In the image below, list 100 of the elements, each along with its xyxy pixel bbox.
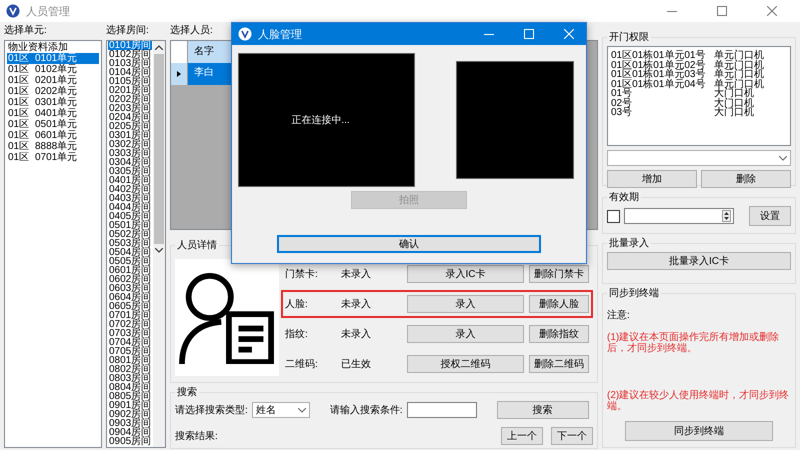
enroll-button[interactable]: 录入IC卡 <box>407 265 524 283</box>
room-item[interactable]: 0703房间 <box>108 329 152 338</box>
room-item[interactable]: 0602房间 <box>108 275 152 284</box>
enroll-button[interactable]: 录入 <box>407 295 524 313</box>
room-item[interactable]: 0804房间 <box>108 383 152 392</box>
room-item[interactable]: 0705房间 <box>108 347 152 356</box>
room-item[interactable]: 0101房间 <box>108 41 152 50</box>
room-item[interactable]: 0301房间 <box>108 131 152 140</box>
room-item[interactable]: 0204房间 <box>108 113 152 122</box>
search-type-dropdown[interactable]: 姓名 <box>252 402 310 418</box>
unit-item[interactable]: 01区 0701单元 <box>7 152 99 163</box>
room-item[interactable]: 0501房间 <box>108 221 152 230</box>
room-item[interactable]: 0404房间 <box>108 203 152 212</box>
unit-item[interactable]: 01区 0101单元 <box>7 53 99 64</box>
room-item[interactable]: 0405房间 <box>108 212 152 221</box>
unit-item[interactable]: 01区 0202单元 <box>7 86 99 97</box>
room-item[interactable]: 0403房间 <box>108 194 152 203</box>
delete-button[interactable]: 删除 <box>701 170 791 188</box>
access-item[interactable]: 01区01栋01单元01号 单元门口机 <box>611 51 787 60</box>
unit-item[interactable]: 01区 0501单元 <box>7 119 99 130</box>
group-title: 搜索 <box>176 386 198 399</box>
room-item[interactable]: 0903房间 <box>108 419 152 428</box>
sync-button[interactable]: 同步到终端 <box>625 421 773 441</box>
person-cell[interactable]: 李白 <box>187 63 232 85</box>
access-item[interactable]: 02号 大门口机 <box>611 98 787 108</box>
room-item[interactable]: 0203房间 <box>108 104 152 113</box>
delete-button[interactable]: 删除指纹 <box>529 325 589 343</box>
enroll-button[interactable]: 录入 <box>407 325 524 343</box>
close-icon[interactable] <box>767 6 777 16</box>
unit-item[interactable]: 物业资料添加 <box>7 42 99 53</box>
dialog-title: 人脸管理 <box>258 28 302 42</box>
room-item[interactable]: 0604房间 <box>108 293 152 302</box>
confirm-button[interactable]: 确认 <box>277 235 541 253</box>
room-item[interactable]: 0201房间 <box>108 86 152 95</box>
room-item[interactable]: 0104房间 <box>108 68 152 77</box>
unit-item[interactable]: 01区 0201单元 <box>7 75 99 86</box>
date-field[interactable] <box>624 208 734 224</box>
room-item[interactable]: 0303房间 <box>108 149 152 158</box>
scroll-down-icon[interactable] <box>155 248 164 253</box>
validity-checkbox[interactable] <box>607 210 620 222</box>
group-title: 有效期 <box>608 190 640 204</box>
next-button[interactable]: 下一个 <box>551 427 593 445</box>
room-item[interactable]: 0702房间 <box>108 320 152 329</box>
room-item[interactable]: 0402房间 <box>108 185 152 194</box>
room-item[interactable]: 0205房间 <box>108 122 152 131</box>
access-item[interactable]: 01号 大门口机 <box>611 89 787 98</box>
room-item[interactable]: 0902房间 <box>108 410 152 419</box>
scrollbar[interactable] <box>153 41 165 447</box>
room-item[interactable]: 0502房间 <box>108 230 152 239</box>
room-item[interactable]: 0905房间 <box>108 437 152 446</box>
access-item[interactable]: 01区01栋01单元04号 单元门口机 <box>611 80 787 89</box>
room-item[interactable]: 0503房间 <box>108 239 152 248</box>
unit-item[interactable]: 01区 0601单元 <box>7 130 99 141</box>
room-item[interactable]: 0305房间 <box>108 167 152 176</box>
room-item[interactable]: 0801房间 <box>108 356 152 365</box>
room-item[interactable]: 0701房间 <box>108 311 152 320</box>
room-item[interactable]: 0803房间 <box>108 374 152 383</box>
unit-item[interactable]: 01区 0102单元 <box>7 64 99 75</box>
batch-enroll-button[interactable]: 批量录入IC卡 <box>607 252 791 270</box>
access-item[interactable]: 01区01栋01单元03号 单元门口机 <box>611 70 787 80</box>
access-item[interactable]: 01区01栋01单元02号 单元门口机 <box>611 60 787 70</box>
room-item[interactable]: 0704房间 <box>108 338 152 347</box>
room-item[interactable]: 0802房间 <box>108 365 152 374</box>
delete-button[interactable]: 删除二维码 <box>529 355 589 373</box>
search-button[interactable]: 搜索 <box>496 401 589 419</box>
add-button[interactable]: 增加 <box>607 170 697 188</box>
room-item[interactable]: 0904房间 <box>108 428 152 437</box>
room-item[interactable]: 0302房间 <box>108 140 152 149</box>
search-field[interactable] <box>406 402 477 418</box>
units-label: 选择单元: <box>4 24 47 38</box>
unit-item[interactable]: 01区 0401单元 <box>7 108 99 119</box>
maximize-icon[interactable] <box>717 6 727 16</box>
delete-button[interactable]: 删除人脸 <box>529 295 589 313</box>
room-item[interactable]: 0105房间 <box>108 77 152 86</box>
room-item[interactable]: 0601房间 <box>108 266 152 275</box>
room-item[interactable]: 0605房间 <box>108 302 152 311</box>
room-item[interactable]: 0304房间 <box>108 158 152 167</box>
column-header[interactable]: 名字 <box>187 41 232 63</box>
set-button[interactable]: 设置 <box>749 206 791 226</box>
previous-button[interactable]: 上一个 <box>501 427 543 445</box>
enroll-button[interactable]: 授权二维码 <box>407 355 524 373</box>
delete-button[interactable]: 删除门禁卡 <box>529 265 589 283</box>
room-item[interactable]: 0401房间 <box>108 176 152 185</box>
access-item[interactable]: 03号 大门口机 <box>611 108 787 118</box>
room-item[interactable]: 0603房间 <box>108 284 152 293</box>
room-item[interactable]: 0901房间 <box>108 401 152 410</box>
row-header[interactable] <box>171 63 187 85</box>
room-item[interactable]: 0805房间 <box>108 392 152 401</box>
room-item[interactable]: 0103房间 <box>108 59 152 68</box>
spinner-icon[interactable] <box>722 210 731 222</box>
room-item[interactable]: 0505房间 <box>108 257 152 266</box>
room-item[interactable]: 0202房间 <box>108 95 152 104</box>
scroll-up-icon[interactable] <box>155 45 164 50</box>
unit-item[interactable]: 01区 0301单元 <box>7 97 99 108</box>
room-item[interactable]: 0504房间 <box>108 248 152 257</box>
field-label: 门禁卡: <box>285 268 319 281</box>
unit-item[interactable]: 01区 8888单元 <box>7 141 99 152</box>
room-item[interactable]: 0102房间 <box>108 50 152 59</box>
group-title: 人员详情 <box>176 238 218 252</box>
status-text: 未录入 <box>341 268 372 281</box>
